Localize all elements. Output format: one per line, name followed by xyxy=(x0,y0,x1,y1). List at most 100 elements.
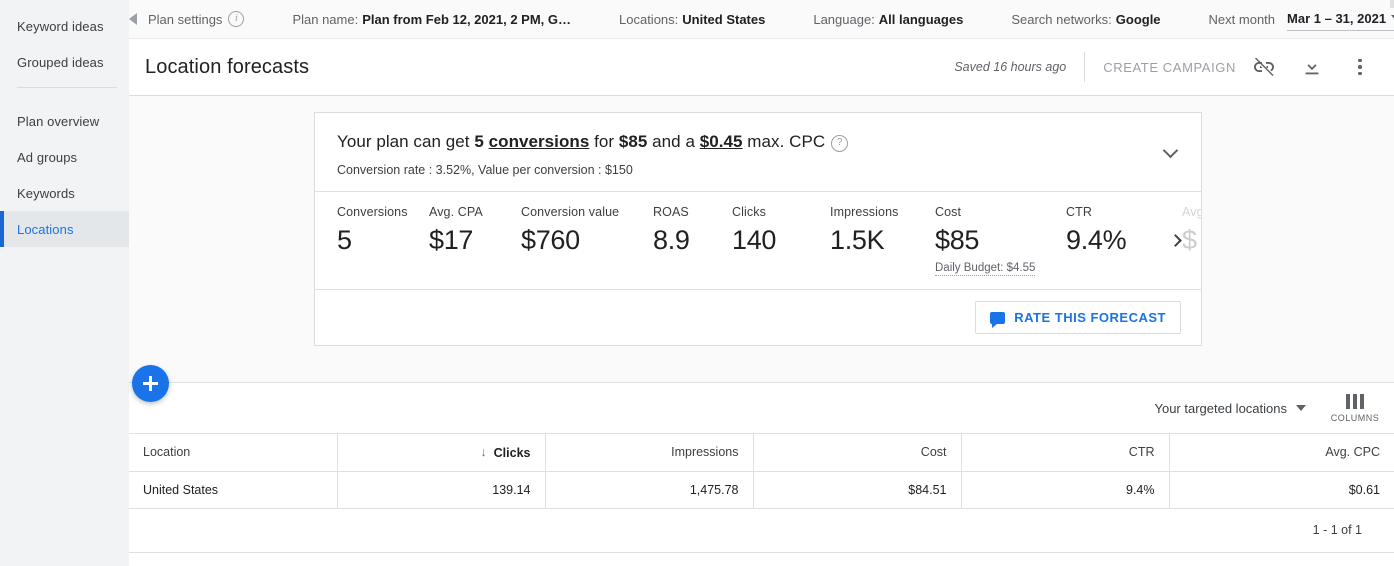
headline-cost: $85 xyxy=(618,132,648,151)
next-month-label: Next month xyxy=(1208,11,1276,27)
headline-part-3: and a xyxy=(647,132,700,151)
column-header-cost[interactable]: Cost xyxy=(753,434,962,472)
column-label: Location xyxy=(143,445,191,460)
metric-label: Avg. xyxy=(1182,205,1201,220)
targeted-locations-label: Your targeted locations xyxy=(1154,400,1287,416)
scrollbar-hint xyxy=(1390,0,1394,8)
headline-conversions-word: conversions xyxy=(488,132,590,151)
unlink-button[interactable] xyxy=(1244,47,1284,87)
sidebar-collapse-button[interactable] xyxy=(129,0,137,39)
language-filter-label: Language: xyxy=(813,11,875,27)
columns-button[interactable]: COLUMNS xyxy=(1328,393,1382,423)
table-toolbar: Your targeted locations COLUMNS xyxy=(129,365,1394,434)
sidebar-item-plan-overview[interactable]: Plan overview xyxy=(0,103,129,139)
rate-forecast-label: RATE THIS FORECAST xyxy=(1014,310,1166,326)
table-row[interactable]: United States 139.14 1,475.78 $84.51 9.4… xyxy=(129,471,1394,509)
language-filter-value: All languages xyxy=(878,11,964,27)
create-campaign-button[interactable]: CREATE CAMPAIGN xyxy=(1103,60,1236,75)
sidebar-item-grouped-ideas[interactable]: Grouped ideas xyxy=(0,44,129,80)
sort-desc-icon: ↓ xyxy=(480,444,487,459)
next-month-group: Next month Mar 1 – 31, 2021 xyxy=(1209,8,1394,31)
sidebar-item-keyword-ideas[interactable]: Keyword ideas xyxy=(0,8,129,44)
plan-settings-bar: Plan settings i Plan name: Plan from Feb… xyxy=(129,0,1394,39)
sidebar-item-keywords[interactable]: Keywords xyxy=(0,175,129,211)
add-location-button[interactable] xyxy=(132,365,169,402)
caret-down-icon xyxy=(1296,405,1306,411)
sidebar-item-label: Ad groups xyxy=(17,149,78,165)
sidebar-item-locations[interactable]: Locations xyxy=(0,211,129,247)
metric-value: 1.5K xyxy=(830,225,885,256)
cell-cost: $84.51 xyxy=(753,471,962,509)
table-toolbar-right: Your targeted locations COLUMNS xyxy=(1154,393,1394,423)
metric-label: Cost xyxy=(935,205,962,220)
metric-label: Conversions xyxy=(337,205,408,220)
app-root: Keyword ideas Grouped ideas Plan overvie… xyxy=(0,0,1394,566)
plan-name-value: Plan from Feb 12, 2021, 2 PM, G… xyxy=(362,11,571,27)
metric-conversions: Conversions 5 xyxy=(337,205,429,256)
month-range-value: Mar 1 – 31, 2021 xyxy=(1287,10,1387,26)
headline-part-1: Your plan can get xyxy=(337,132,475,151)
metric-value: $ xyxy=(1182,225,1197,256)
chevron-right-icon xyxy=(1168,233,1182,247)
locations-filter-label: Locations: xyxy=(619,11,679,27)
networks-filter-value: Google xyxy=(1115,11,1161,27)
headline-max-cpc: $0.45 xyxy=(699,132,743,151)
download-icon xyxy=(1305,58,1319,75)
pagination-range: 1 - 1 of 1 xyxy=(1312,523,1362,537)
help-icon[interactable]: ? xyxy=(831,134,849,152)
metric-value: $760 xyxy=(521,225,580,256)
targeted-locations-dropdown[interactable]: Your targeted locations xyxy=(1154,401,1306,416)
page-header-actions: Saved 16 hours ago CREATE CAMPAIGN xyxy=(954,47,1394,87)
column-header-clicks[interactable]: ↓ Clicks xyxy=(337,434,546,472)
column-label: Cost xyxy=(920,445,947,460)
metric-avg-cpc-partial: Avg. $ xyxy=(1182,205,1201,256)
headline-conversions-count: 5 xyxy=(474,132,484,151)
download-button[interactable] xyxy=(1292,47,1332,87)
table-footer: 1 - 1 of 1 xyxy=(129,509,1394,553)
locations-table: Location ↓ Clicks Impressions Cost CTR A… xyxy=(129,434,1394,509)
forecast-card: Your plan can get 5 conversions for $85 … xyxy=(314,112,1202,347)
column-label: Clicks xyxy=(493,445,531,460)
plan-settings-label: Plan settings xyxy=(148,11,223,27)
column-header-location[interactable]: Location xyxy=(129,434,338,472)
metrics-scroll-next-button[interactable] xyxy=(1167,230,1183,251)
column-header-avg-cpc[interactable]: Avg. CPC xyxy=(1169,434,1394,472)
forecast-footer: RATE THIS FORECAST xyxy=(315,289,1201,345)
sidebar: Keyword ideas Grouped ideas Plan overvie… xyxy=(0,0,129,566)
metric-value: $85 xyxy=(935,225,980,256)
networks-filter-group: Search networks: Google xyxy=(1011,12,1160,27)
plus-icon xyxy=(143,376,158,391)
page-title: Location forecasts xyxy=(145,55,310,78)
table-body: United States 139.14 1,475.78 $84.51 9.4… xyxy=(129,471,1394,509)
metric-ctr: CTR 9.4% xyxy=(1066,205,1158,256)
plan-settings-group[interactable]: Plan settings i xyxy=(148,11,245,27)
metric-avg-cpa: Avg. CPA $17 xyxy=(429,205,521,256)
forecast-headline: Your plan can get 5 conversions for $85 … xyxy=(337,131,1179,153)
broken-link-icon xyxy=(1254,57,1274,76)
forecast-collapse-button[interactable] xyxy=(1157,139,1183,165)
more-vert-icon xyxy=(1358,58,1362,76)
metric-value: 9.4% xyxy=(1066,225,1127,256)
locations-table-panel: Your targeted locations COLUMNS Location xyxy=(129,365,1394,566)
cell-ctr: 9.4% xyxy=(961,471,1170,509)
sidebar-item-ad-groups[interactable]: Ad groups xyxy=(0,139,129,175)
forecast-metrics: Conversions 5 Avg. CPA $17 Conversion va… xyxy=(315,191,1201,289)
metric-impressions: Impressions 1.5K xyxy=(830,205,935,256)
sidebar-item-label: Keywords xyxy=(17,185,75,201)
info-icon[interactable]: i xyxy=(228,11,245,27)
metric-label: Clicks xyxy=(732,205,766,220)
cell-impressions: 1,475.78 xyxy=(545,471,754,509)
metric-roas: ROAS 8.9 xyxy=(653,205,732,256)
metric-value: 8.9 xyxy=(653,225,690,256)
columns-icon xyxy=(1345,393,1365,409)
headline-part-2: for xyxy=(589,132,619,151)
rate-forecast-button[interactable]: RATE THIS FORECAST xyxy=(975,301,1181,335)
more-options-button[interactable] xyxy=(1340,47,1380,87)
metric-label: Impressions xyxy=(830,205,899,220)
month-range-select[interactable]: Mar 1 – 31, 2021 xyxy=(1287,8,1394,31)
column-header-impressions[interactable]: Impressions xyxy=(545,434,754,472)
column-label: Impressions xyxy=(671,445,739,460)
language-filter-group: Language: All languages xyxy=(813,12,963,27)
networks-filter-label: Search networks: xyxy=(1011,11,1112,27)
column-header-ctr[interactable]: CTR xyxy=(961,434,1170,472)
